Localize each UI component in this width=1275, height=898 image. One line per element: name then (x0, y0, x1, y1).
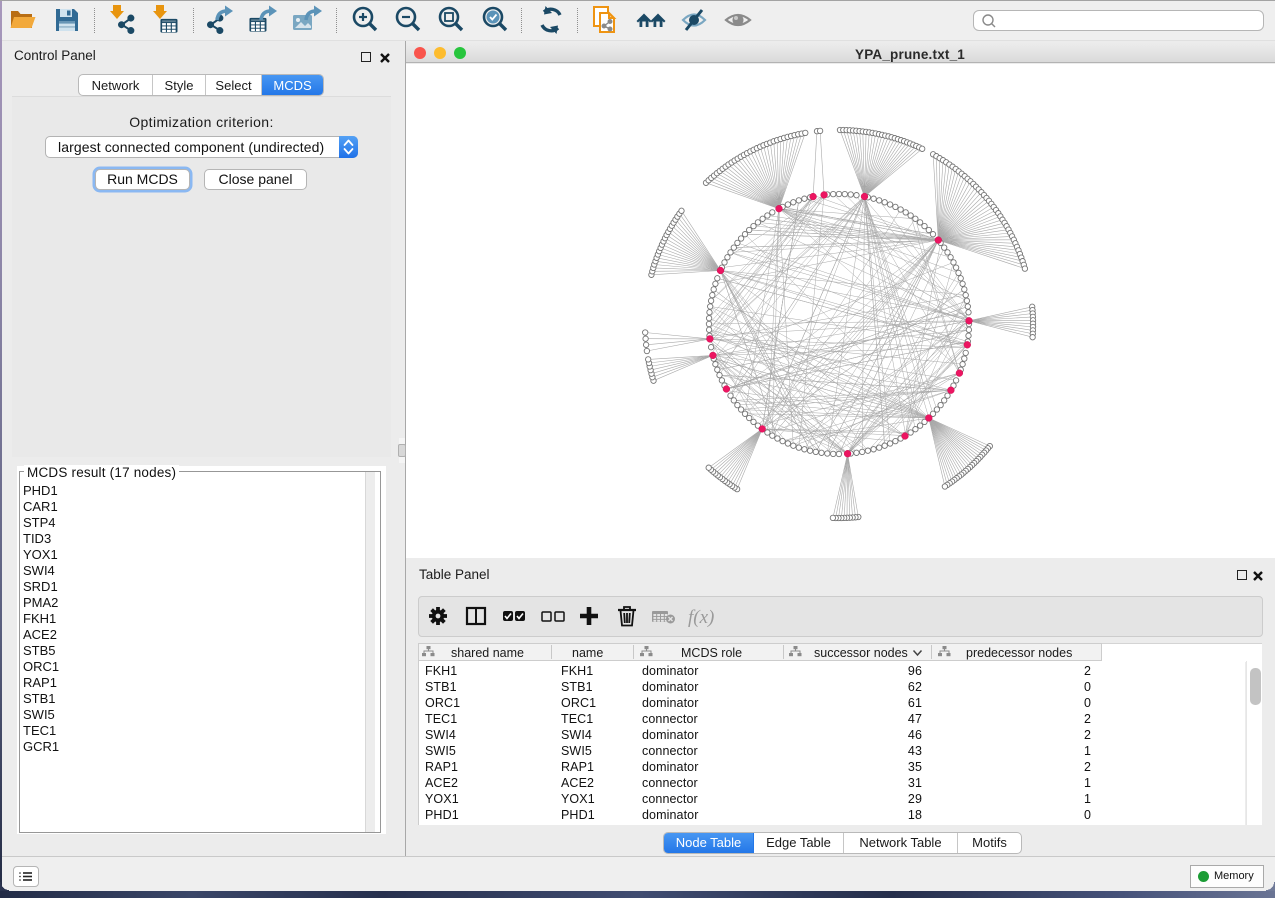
svg-text:f(x): f(x) (688, 607, 714, 628)
